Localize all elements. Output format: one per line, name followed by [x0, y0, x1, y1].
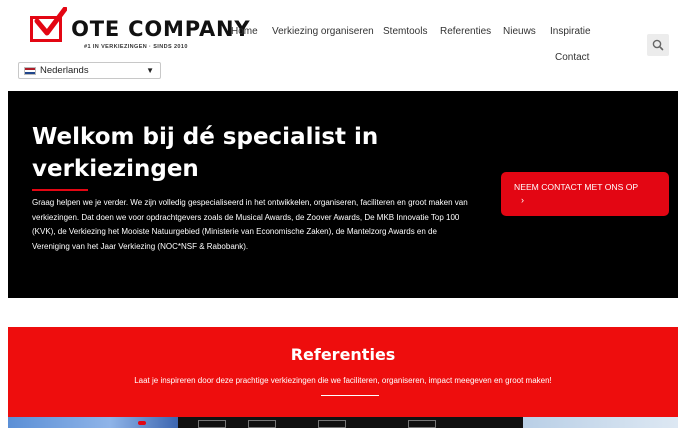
- language-select[interactable]: Nederlands ▼: [18, 62, 161, 79]
- language-selected: Nederlands: [40, 65, 89, 76]
- nav-home[interactable]: Home: [231, 26, 258, 37]
- nav-stemtools[interactable]: Stemtools: [383, 26, 427, 37]
- hero-section: Welkom bij dé specialist in verkiezingen…: [8, 91, 678, 298]
- caret-down-icon: ▼: [146, 66, 154, 75]
- referenties-subtitle: Laat je inspireren door deze prachtige v…: [134, 376, 552, 385]
- hero-divider: [32, 189, 88, 191]
- logo-wordmark: OTE COMPANY: [71, 17, 251, 41]
- referenties-section: Referenties Laat je inspireren door deze…: [8, 327, 678, 417]
- reference-image-1[interactable]: [8, 417, 178, 428]
- referenties-divider: [321, 395, 379, 396]
- hero-text: Graag helpen we je verder. We zijn volle…: [32, 198, 468, 251]
- referenties-title: Referenties: [290, 345, 396, 364]
- nav-inspiratie[interactable]: Inspiratie: [550, 26, 591, 37]
- contact-cta-button[interactable]: NEEM CONTACT MET ONS OP ›: [501, 172, 669, 216]
- dutch-flag-icon: [24, 67, 36, 75]
- vote-company-logo[interactable]: OTE COMPANY #1 IN VERKIEZINGEN · SINDS 2…: [30, 7, 250, 53]
- hero-title: Welkom bij dé specialist in verkiezingen: [32, 124, 379, 182]
- reference-image-2[interactable]: [178, 417, 523, 428]
- reference-image-3[interactable]: [523, 417, 678, 428]
- logo-checkmark-icon: [34, 7, 67, 36]
- site-header: OTE COMPANY #1 IN VERKIEZINGEN · SINDS 2…: [0, 0, 678, 91]
- nav-referenties[interactable]: Referenties: [440, 26, 491, 37]
- cta-label: NEEM CONTACT MET ONS OP: [514, 182, 639, 192]
- logo-tagline: #1 IN VERKIEZINGEN · SINDS 2010: [84, 44, 188, 50]
- search-icon: [652, 39, 664, 51]
- search-button[interactable]: [647, 34, 669, 56]
- nav-nieuws[interactable]: Nieuws: [503, 26, 536, 37]
- chevron-right-icon: ›: [521, 195, 524, 205]
- nav-verkiezing-organiseren[interactable]: Verkiezing organiseren: [272, 26, 374, 37]
- reference-images-strip: [8, 417, 678, 428]
- nav-contact[interactable]: Contact: [555, 52, 589, 63]
